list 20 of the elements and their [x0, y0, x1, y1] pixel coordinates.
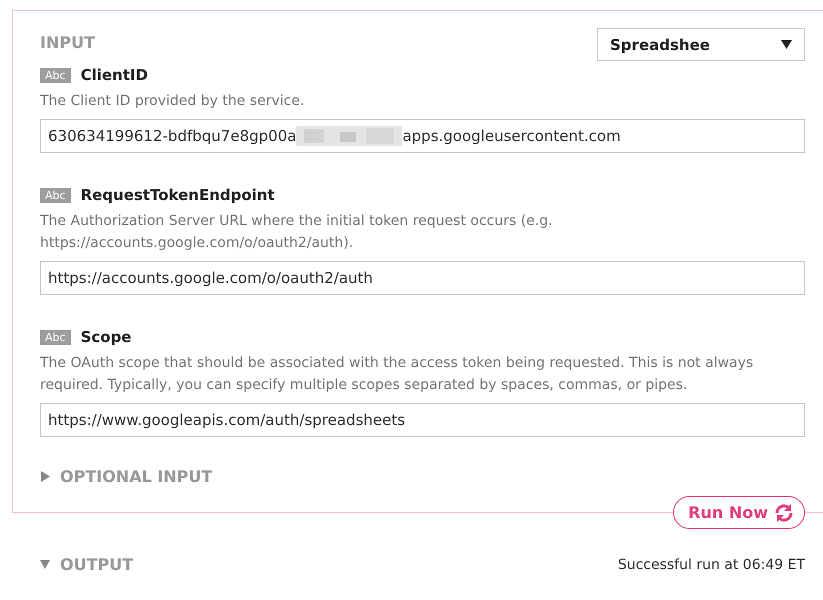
caret-icon	[781, 40, 792, 49]
refresh-icon	[774, 504, 794, 522]
type-badge: Abc	[40, 330, 71, 344]
field-description: The Authorization Server URL where the initial token request occurs (e.g. https://accounts.google.com/o/oauth2/auth).	[40, 212, 554, 253]
input-field[interactable]: https://accounts.google.com/o/oauth2/auth	[40, 261, 805, 295]
field-label: Scope	[80, 328, 132, 346]
run-now-button[interactable]: Run Now	[673, 496, 805, 529]
field-label: RequestTokenEndpoint	[80, 186, 275, 204]
run-status: Successful run at 06:49 ET	[618, 556, 805, 572]
disclosure-triangle-icon	[40, 559, 50, 570]
input-field[interactable]: https://www.googleapis.com/auth/spreadsheets	[40, 403, 805, 437]
field-description: The OAuth scope that should be associated with the access token being requested. This is not always required. Typically, you can specify multiple scopes separated by spaces, commas, or pipes.	[40, 354, 754, 395]
input-field[interactable]: 630634199612-bdfbqu7e8gp00a apps.googleusercontent.com	[40, 119, 805, 153]
field-label: ClientID	[80, 66, 148, 84]
type-badge: Abc	[40, 68, 71, 82]
dropdown[interactable]: Spreadshee	[597, 28, 805, 61]
type-badge: Abc	[40, 188, 71, 202]
section-title: INPUT	[40, 32, 95, 52]
disclosure-triangle-icon	[40, 471, 50, 482]
field-description: The Client ID provided by the service.	[40, 92, 306, 111]
